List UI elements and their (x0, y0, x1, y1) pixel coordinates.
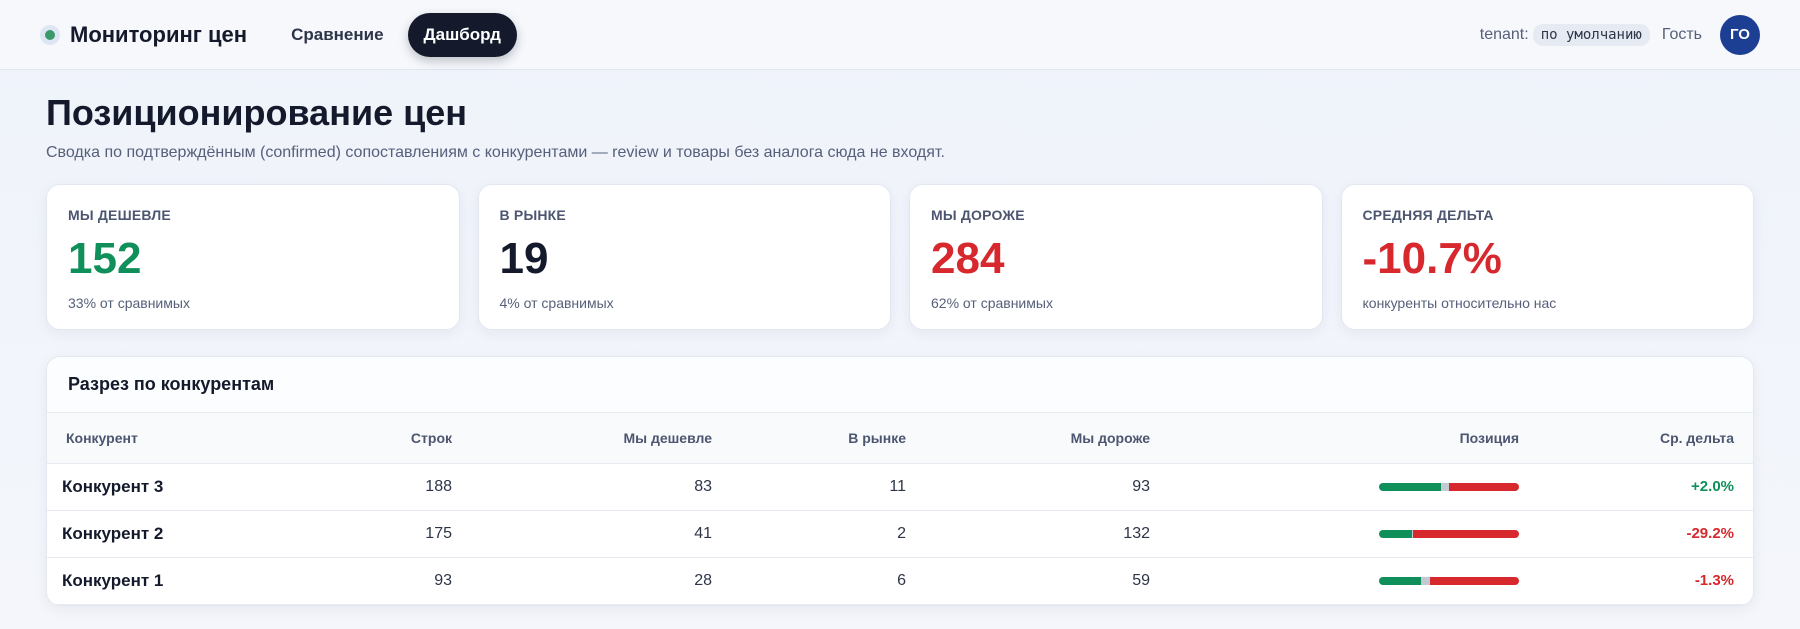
bar-segment-higher (1449, 482, 1519, 491)
card-note: 62% от сравнимых (931, 295, 1053, 311)
market-count: 6 (897, 571, 906, 589)
card-note: конкуренты относительно нас (1362, 295, 1557, 311)
logo-dot-icon (40, 24, 60, 45)
position-cell (1150, 510, 1519, 557)
page-subtitle: Сводка по подтверждённым (confirmed) соп… (46, 144, 945, 161)
table-header-row: Конкурент Строк Мы дешевле В рынке Мы до… (47, 413, 1753, 464)
nav-dashboard[interactable]: Дашборд (407, 12, 517, 57)
rows-count: 93 (434, 571, 452, 589)
position-cell (1150, 463, 1519, 510)
col-header-market[interactable]: В рынке (712, 413, 906, 464)
col-header-cheaper[interactable]: Мы дешевле (452, 413, 712, 464)
cheaper-count: 28 (694, 571, 712, 589)
higher-count: 93 (1132, 477, 1150, 495)
card-note: 4% от сравнимых (499, 295, 614, 311)
delta-cell: +2.0% (1519, 463, 1753, 510)
user-name: Гость (1661, 25, 1702, 43)
main-content: Позиционирование цен Сводка по подтвержд… (0, 92, 1800, 606)
main-nav: Сравнение Дашборд (275, 12, 517, 57)
card-value: 284 (931, 234, 1005, 283)
bar-segment-market (1421, 576, 1431, 585)
card-label: В РЫНКЕ (499, 207, 566, 223)
card-value: -10.7% (1362, 234, 1502, 283)
card-label: МЫ ДОРОЖЕ (931, 207, 1025, 223)
card-cheaper: МЫ ДЕШЕВЛЕ 152 33% от сравнимых (46, 184, 460, 330)
bar-segment-cheaper (1379, 529, 1412, 538)
col-header-position: Позиция (1150, 413, 1519, 464)
col-header-delta[interactable]: Ср. дельта (1519, 413, 1753, 464)
market-count: 2 (897, 524, 906, 542)
position-bar (1379, 529, 1519, 538)
col-header-competitor[interactable]: Конкурент (47, 413, 272, 464)
delta-value: -1.3% (1694, 571, 1734, 589)
position-bar (1379, 482, 1519, 491)
card-label: МЫ ДЕШЕВЛЕ (68, 207, 171, 223)
higher-count: 132 (1123, 524, 1150, 542)
delta-value: +2.0% (1691, 477, 1734, 495)
cheaper-count: 83 (694, 477, 712, 495)
delta-cell: -1.3% (1519, 557, 1753, 604)
position-cell (1150, 557, 1519, 604)
delta-value: -29.2% (1686, 524, 1734, 542)
table-row[interactable]: Конкурент 1 93 28 6 59 -1.3% (47, 557, 1753, 604)
panel-title: Разрез по конкурентам (47, 357, 1753, 413)
tenant-value[interactable]: по умолчанию (1532, 23, 1650, 46)
card-in-market: В РЫНКЕ 19 4% от сравнимых (477, 184, 891, 330)
summary-cards: МЫ ДЕШЕВЛЕ 152 33% от сравнимых В РЫНКЕ … (46, 184, 1754, 330)
page-title: Позиционирование цен (46, 92, 467, 133)
competitor-name: Конкурент 1 (62, 570, 164, 590)
app-title: Мониторинг цен (70, 21, 248, 47)
table-row[interactable]: Конкурент 2 175 41 2 132 -29.2% (47, 510, 1753, 557)
col-header-rows[interactable]: Строк (272, 413, 452, 464)
bar-segment-cheaper (1379, 482, 1442, 491)
delta-cell: -29.2% (1519, 510, 1753, 557)
card-value: 152 (68, 234, 142, 283)
card-label: СРЕДНЯЯ ДЕЛЬТА (1362, 207, 1494, 223)
brand[interactable]: Мониторинг цен (40, 22, 247, 48)
competitor-name: Конкурент 3 (62, 476, 164, 496)
bar-segment-cheaper (1379, 576, 1422, 585)
competitors-table: Конкурент Строк Мы дешевле В рынке Мы до… (47, 413, 1753, 605)
tenant-selector[interactable]: tenant: по умолчанию (1479, 23, 1650, 46)
competitor-name: Конкурент 2 (62, 523, 164, 543)
higher-count: 59 (1132, 571, 1150, 589)
card-avg-delta: СРЕДНЯЯ ДЕЛЬТА -10.7% конкуренты относит… (1340, 184, 1754, 330)
bar-segment-higher (1430, 576, 1519, 585)
market-count: 11 (889, 477, 906, 495)
table-row[interactable]: Конкурент 3 188 83 11 93 +2.0% (47, 463, 1753, 510)
nav-compare[interactable]: Сравнение (275, 13, 399, 57)
bar-segment-higher (1413, 529, 1519, 538)
avatar[interactable]: ГО (1720, 14, 1760, 55)
tenant-label: tenant: (1479, 25, 1529, 43)
bar-segment-market (1441, 482, 1450, 491)
competitors-panel: Разрез по конкурентам Конкурент Строк Мы… (46, 356, 1754, 606)
col-header-higher[interactable]: Мы дороже (906, 413, 1150, 464)
card-higher: МЫ ДОРОЖЕ 284 62% от сравнимых (909, 184, 1323, 330)
position-bar (1379, 576, 1519, 585)
top-bar: Мониторинг цен Сравнение Дашборд tenant:… (0, 0, 1800, 70)
card-value: 19 (499, 234, 549, 283)
rows-count: 188 (425, 477, 452, 495)
card-note: 33% от сравнимых (68, 295, 190, 311)
rows-count: 175 (425, 524, 452, 542)
cheaper-count: 41 (694, 524, 712, 542)
